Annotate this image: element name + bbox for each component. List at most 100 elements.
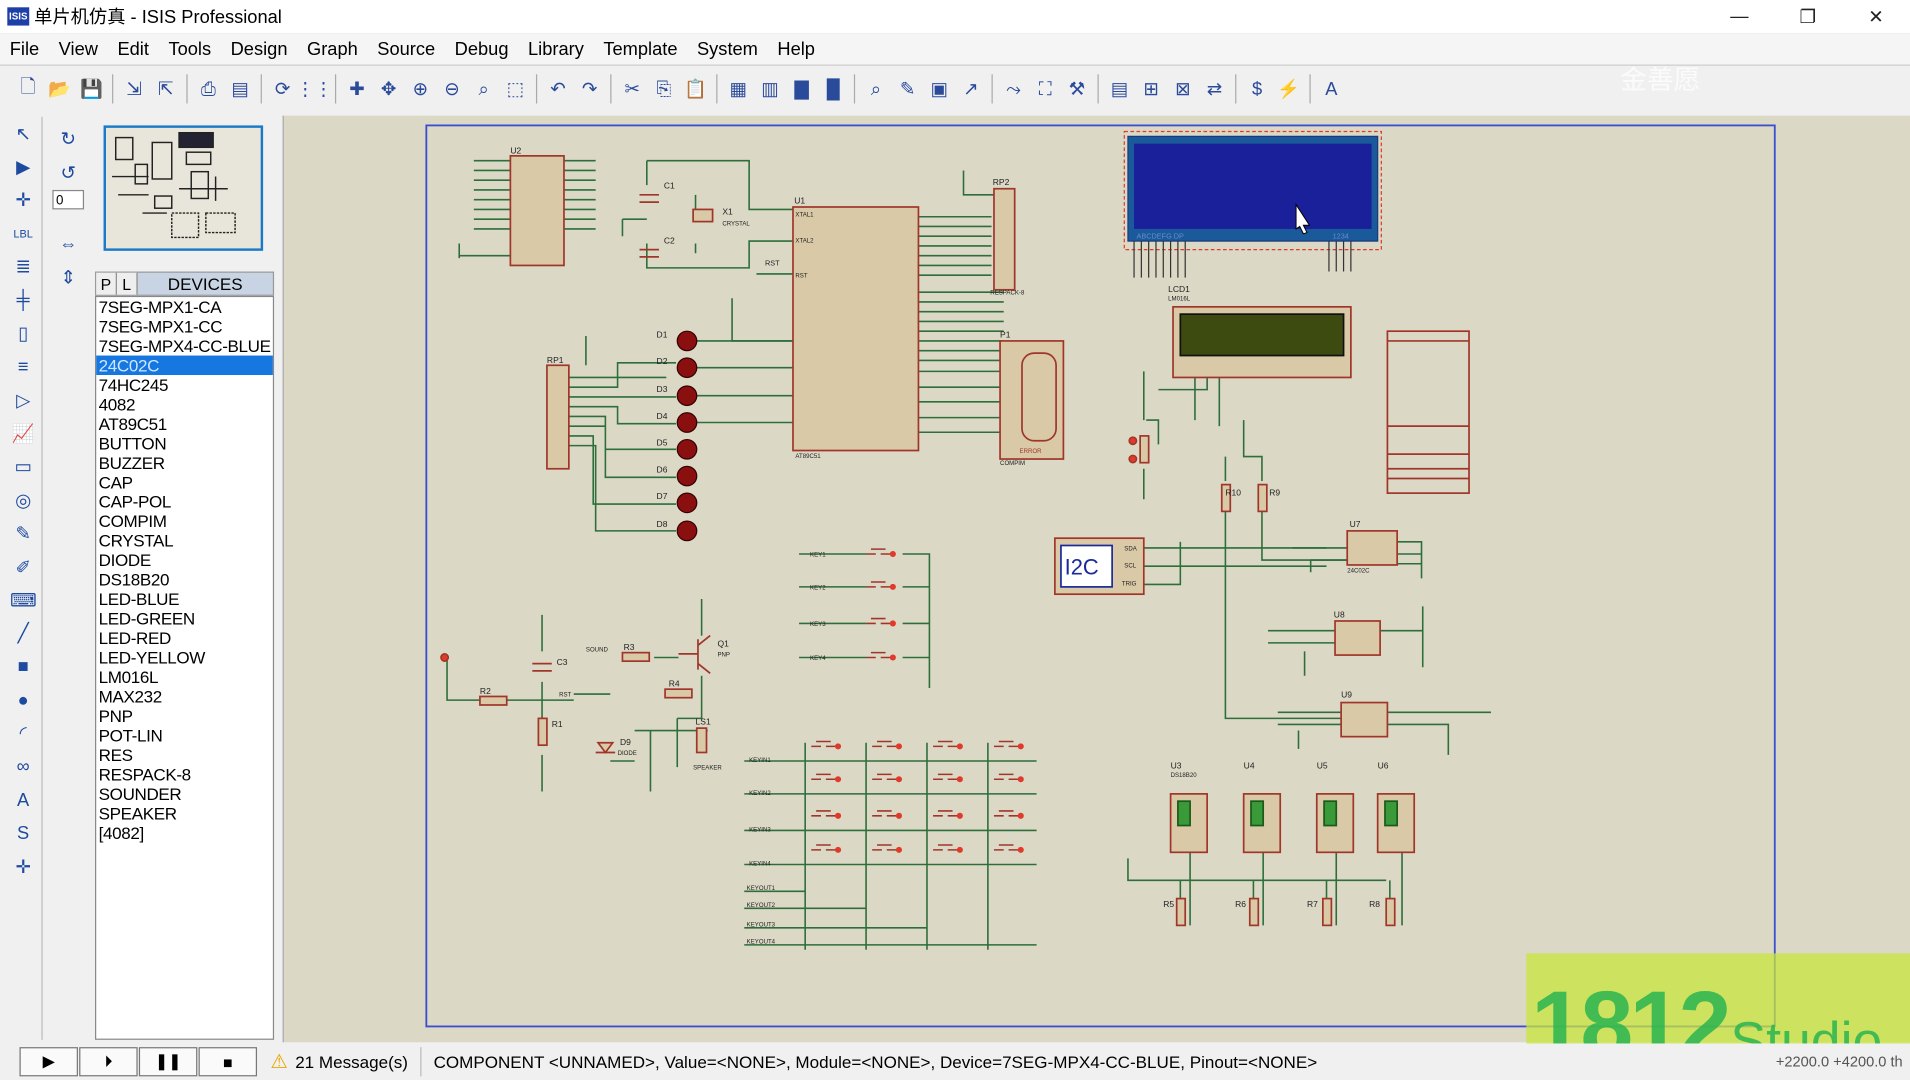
keypad-button[interactable]	[872, 810, 897, 817]
electrical-rules-check-icon[interactable]: ⚡	[1275, 75, 1302, 102]
keypad-button[interactable]	[933, 740, 958, 748]
zoom-area-icon[interactable]: ⬚	[502, 75, 529, 102]
block-copy-icon[interactable]: ▦	[725, 75, 752, 102]
keypad-button[interactable]	[811, 740, 836, 748]
keypad-button[interactable]	[993, 773, 1019, 781]
import-icon[interactable]: ⇲	[121, 75, 148, 102]
device-item[interactable]: COMPIM	[96, 511, 273, 530]
keypad-button[interactable]	[933, 773, 958, 781]
wire-label-icon[interactable]: LBL	[9, 219, 38, 248]
menu-system[interactable]: System	[687, 39, 767, 60]
schematic-canvas[interactable]: U2 U1 XTAL1 XTAL2 RST AT89C51 C1 C2 X1 C…	[282, 115, 1910, 1043]
bus-icon[interactable]: ╪	[9, 286, 38, 315]
key-button[interactable]	[866, 617, 891, 625]
paste-icon[interactable]: 📋	[682, 75, 709, 102]
decompose-icon[interactable]: ↗	[957, 75, 984, 102]
block-move-icon[interactable]: ▥	[756, 75, 783, 102]
box-2d-icon[interactable]: ■	[9, 652, 38, 681]
device-item[interactable]: DS18B20	[96, 570, 273, 589]
bill-of-materials-icon[interactable]: $	[1244, 75, 1271, 102]
cut-icon[interactable]: ✂	[619, 75, 646, 102]
tape-recorder-icon[interactable]: ▭	[9, 452, 38, 481]
menu-template[interactable]: Template	[594, 39, 688, 60]
component-icon[interactable]: ▶	[9, 152, 38, 181]
key-button[interactable]	[866, 581, 891, 588]
menu-view[interactable]: View	[49, 39, 108, 60]
text-2d-icon[interactable]: A	[9, 786, 38, 815]
make-device-icon[interactable]: ✎	[894, 75, 921, 102]
step-button[interactable]: ⏵	[79, 1047, 138, 1077]
close-button[interactable]: ✕	[1842, 0, 1910, 33]
junction-icon[interactable]: ✛	[9, 186, 38, 215]
library-manager-button[interactable]: L	[116, 272, 138, 295]
device-item[interactable]: 74HC245	[96, 375, 273, 394]
pan-icon[interactable]: ✥	[375, 75, 402, 102]
pick-devices-button[interactable]: P	[96, 272, 117, 295]
zoom-all-icon[interactable]: ⌕	[470, 75, 497, 102]
keypad-button[interactable]	[993, 844, 1019, 851]
new-file-icon[interactable]: 🗋	[15, 75, 42, 102]
symbol-2d-icon[interactable]: S	[9, 819, 38, 848]
keypad-button[interactable]	[993, 740, 1019, 748]
open-folder-icon[interactable]: 📂	[46, 75, 73, 102]
terminal-icon[interactable]: ≡	[9, 352, 38, 381]
device-item[interactable]: RES	[96, 745, 273, 764]
keypad-button[interactable]	[811, 810, 836, 817]
current-probe-icon[interactable]: ✐	[9, 552, 38, 581]
menu-design[interactable]: Design	[221, 39, 297, 60]
minimize-button[interactable]: —	[1705, 0, 1773, 33]
block-delete-icon[interactable]: █	[820, 75, 847, 102]
key-button[interactable]	[866, 651, 891, 659]
copy-icon[interactable]: ⎘	[650, 75, 677, 102]
closed-path-2d-icon[interactable]: ∞	[9, 752, 38, 781]
device-item[interactable]: RESPACK-8	[96, 765, 273, 784]
device-item[interactable]: LED-BLUE	[96, 589, 273, 608]
device-item[interactable]: [4082]	[96, 823, 273, 842]
device-item[interactable]: POT-LIN	[96, 726, 273, 745]
pause-button[interactable]: ❚❚	[138, 1047, 198, 1077]
keypad-button[interactable]	[933, 844, 958, 851]
block-rotate-icon[interactable]: ▇	[788, 75, 815, 102]
rotate-clockwise-icon[interactable]: ↻	[54, 124, 83, 153]
overview-window[interactable]	[103, 125, 264, 251]
menu-edit[interactable]: Edit	[108, 39, 159, 60]
redo-icon[interactable]: ↷	[576, 75, 603, 102]
marker-2d-icon[interactable]: ✛	[9, 852, 38, 881]
menu-library[interactable]: Library	[518, 39, 593, 60]
restore-button[interactable]: ❐	[1774, 0, 1842, 33]
device-item[interactable]: LM016L	[96, 667, 273, 686]
zoom-out-icon[interactable]: ⊖	[439, 75, 466, 102]
remove-sheet-icon[interactable]: ⊠	[1169, 75, 1196, 102]
zoom-in-icon[interactable]: ⊕	[407, 75, 434, 102]
mirror-x-icon[interactable]: ⇔	[54, 229, 83, 258]
graph-icon[interactable]: 📈	[9, 419, 38, 448]
menu-source[interactable]: Source	[368, 39, 445, 60]
menu-graph[interactable]: Graph	[297, 39, 367, 60]
device-pin-icon[interactable]: ▷	[9, 386, 38, 415]
generator-icon[interactable]: ◎	[9, 486, 38, 515]
stop-button[interactable]: ■	[198, 1047, 258, 1077]
device-item[interactable]: 7SEG-MPX4-CC-BLUE	[96, 336, 273, 355]
device-item[interactable]: CAP	[96, 472, 273, 491]
arc-2d-icon[interactable]: ◜	[9, 719, 38, 748]
print-area-icon[interactable]: ▤	[227, 75, 254, 102]
text-script-icon[interactable]: ≣	[9, 252, 38, 281]
device-item[interactable]: BUZZER	[96, 453, 273, 472]
device-item[interactable]: SOUNDER	[96, 784, 273, 803]
grid-icon[interactable]: ⋮⋮	[296, 75, 333, 102]
property-assign-icon[interactable]: ⚒	[1063, 75, 1090, 102]
virtual-instrument-icon[interactable]: ⌨	[9, 586, 38, 615]
pick-device-icon[interactable]: ⌕	[862, 75, 889, 102]
device-item[interactable]: DIODE	[96, 550, 273, 569]
export-icon[interactable]: ⇱	[152, 75, 179, 102]
line-2d-icon[interactable]: ╱	[9, 619, 38, 648]
device-item[interactable]: SPEAKER	[96, 804, 273, 823]
device-item[interactable]: BUTTON	[96, 433, 273, 452]
schematic-drawing[interactable]: U2 U1 XTAL1 XTAL2 RST AT89C51 C1 C2 X1 C…	[284, 116, 1910, 1043]
add-sheet-icon[interactable]: ⊞	[1138, 75, 1165, 102]
device-item[interactable]: 24C02C	[96, 355, 273, 376]
rotation-angle-field[interactable]: 0	[52, 189, 85, 210]
device-item[interactable]: PNP	[96, 706, 273, 725]
key-button[interactable]	[866, 548, 891, 555]
wire-autorouter-icon[interactable]: ⤳	[1000, 75, 1027, 102]
